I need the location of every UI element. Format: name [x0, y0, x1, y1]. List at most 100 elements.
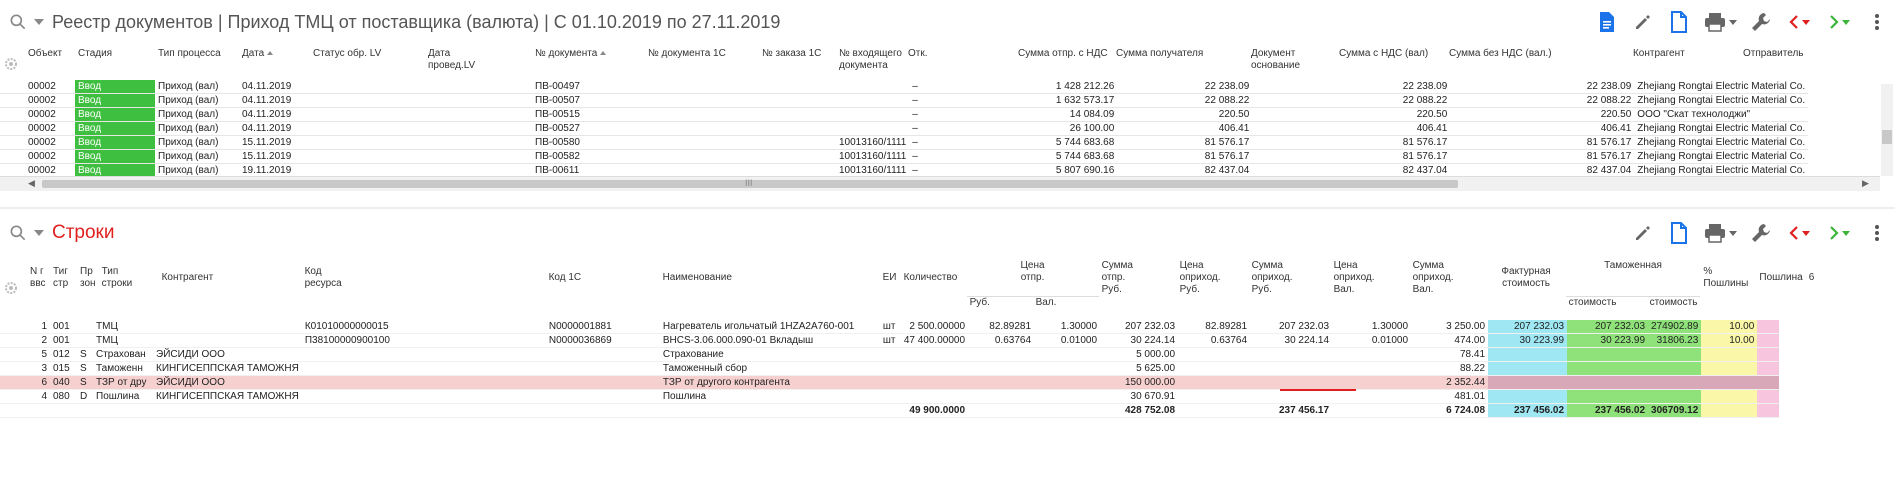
cell-stage[interactable]: Ввод: [75, 121, 155, 136]
print-button[interactable]: [1697, 0, 1743, 44]
cell-invoice-value[interactable]: [1488, 347, 1568, 362]
cell-sum-vat-cur[interactable]: 220.50: [1340, 107, 1451, 122]
cell-name[interactable]: Пошлина: [659, 389, 880, 404]
cell-pr[interactable]: [77, 333, 93, 348]
cell-stage[interactable]: Ввод: [75, 80, 155, 94]
col-duty-pct[interactable]: % Пошлины: [1700, 260, 1756, 296]
cell-otk[interactable]: –: [909, 149, 1020, 164]
more-button[interactable]: [1859, 211, 1895, 255]
cell-quantity[interactable]: 2 500.00000: [900, 320, 969, 334]
cell-counterparty[interactable]: Zhejiang Rongtai Electric Material Co.: [1634, 93, 1809, 108]
cell-price-otpr-val[interactable]: 1.30000: [1034, 320, 1101, 334]
col-stage[interactable]: Стадия: [75, 48, 155, 80]
edit-button[interactable]: [1625, 0, 1661, 44]
cell-resource-code[interactable]: К01010000000015: [301, 320, 546, 334]
col-sum-opr-rub[interactable]: Сумма оприход. Руб.: [1249, 260, 1331, 296]
cell-sum-vat-cur[interactable]: 81 576.17: [1340, 149, 1451, 164]
col-price-opr-val[interactable]: Цена оприход. Вал.: [1331, 260, 1410, 296]
cell-customs-b[interactable]: 274902.89: [1648, 320, 1702, 334]
cell-invoice-value[interactable]: 30 223.99: [1488, 333, 1568, 348]
cell-name[interactable]: BHCS-3.06.000.090-01 Вкладыш: [659, 333, 880, 348]
col-otk[interactable]: Отк.: [905, 48, 1015, 80]
cell-duty-pct[interactable]: [1701, 375, 1758, 390]
cell-otk[interactable]: –: [909, 80, 1020, 94]
col-doc-basis[interactable]: Документ основание: [1248, 48, 1336, 80]
cell-line-type[interactable]: ТМЦ: [93, 320, 153, 334]
cell-duty[interactable]: [1757, 389, 1780, 404]
col-order-1c[interactable]: № заказа 1С: [759, 48, 836, 80]
cell-date[interactable]: 15.11.2019: [239, 135, 310, 150]
cell-sum-novat-cur[interactable]: 22 238.09: [1450, 80, 1635, 94]
cell-code-1c[interactable]: [545, 347, 660, 362]
edit-button[interactable]: [1625, 211, 1661, 255]
cell-duty[interactable]: [1757, 361, 1780, 376]
col-pr[interactable]: Пр зон: [77, 260, 99, 296]
cell-invoice-value[interactable]: 207 232.03: [1488, 320, 1568, 334]
cell-doc-basis[interactable]: [1252, 107, 1341, 122]
cell-customs-b[interactable]: [1648, 389, 1702, 404]
cell-otk[interactable]: –: [909, 93, 1020, 108]
cell-date-provedeno[interactable]: [425, 80, 532, 94]
cell-status-lv[interactable]: [310, 135, 425, 150]
cell-tip[interactable]: 040: [50, 375, 77, 390]
cell-sum-opr-val[interactable]: 481.01: [1411, 389, 1489, 404]
cell-price-otpr-rub[interactable]: [968, 347, 1035, 362]
cell-customs-b[interactable]: [1648, 347, 1702, 362]
cell-sum-otpr[interactable]: 14 084.09: [1019, 107, 1118, 122]
cell-pr[interactable]: D: [77, 389, 93, 404]
cell-unit[interactable]: шт: [879, 320, 901, 334]
cell-date[interactable]: 15.11.2019: [239, 149, 310, 164]
cell-sum-opr-val[interactable]: 474.00: [1411, 333, 1489, 348]
cell-doc-basis[interactable]: [1252, 149, 1341, 164]
col-extra[interactable]: 6: [1806, 260, 1818, 296]
col-sender[interactable]: Отправитель: [1740, 48, 1807, 80]
cell-customs-a[interactable]: 207 232.03: [1567, 320, 1649, 334]
cell-price-opr-val[interactable]: 1.30000: [1332, 320, 1412, 334]
cell-counterparty[interactable]: КИНГИСЕППСКАЯ ТАМОЖНЯ: [153, 361, 302, 376]
cell-price-otpr-val[interactable]: [1034, 375, 1101, 390]
cell-date[interactable]: 04.11.2019: [239, 107, 310, 122]
cell-tip[interactable]: 080: [50, 389, 77, 404]
col-customs[interactable]: Таможенная: [1566, 260, 1701, 296]
cell-price-opr-rub[interactable]: [1178, 375, 1251, 390]
cell-order-1c[interactable]: [759, 93, 836, 108]
cell-quantity[interactable]: 47 400.00000: [900, 333, 969, 348]
cell-line-type[interactable]: ТЗР от дру: [93, 375, 153, 390]
cell-customs-a[interactable]: [1567, 361, 1649, 376]
cell-price-opr-rub[interactable]: [1178, 347, 1251, 362]
cell-sum-novat-cur[interactable]: 220.50: [1450, 107, 1635, 122]
col-price-opr-rub[interactable]: Цена оприход. Руб.: [1177, 260, 1249, 296]
cell-sum-novat-cur[interactable]: 81 576.17: [1450, 135, 1635, 150]
scroll-right-icon[interactable]: ▶: [1862, 177, 1869, 190]
next-button[interactable]: [1819, 0, 1859, 44]
table-row[interactable]: 00002 Ввод Приход (вал) 04.11.2019 ПВ-00527 –…: [0, 121, 1809, 136]
cell-doc-number[interactable]: ПВ-00515: [532, 107, 645, 122]
cell-stage[interactable]: Ввод: [75, 93, 155, 108]
col-sum-vat-cur[interactable]: Сумма с НДС (вал): [1336, 48, 1446, 80]
cell-doc-1c[interactable]: [645, 107, 759, 122]
cell-price-opr-val[interactable]: 0.01000: [1332, 333, 1412, 348]
cell-name[interactable]: ТЗР от другого контрагента: [659, 375, 880, 390]
cell-name[interactable]: Нагреватель игольчатый 1HZA2A760-001: [659, 320, 880, 334]
cell-sum-vat-cur[interactable]: 22 238.09: [1340, 80, 1451, 94]
col-resource-code[interactable]: Код ресурса: [302, 260, 546, 296]
cell-customs-a[interactable]: [1567, 389, 1649, 404]
cell-sum-otpr[interactable]: 150 000.00: [1100, 375, 1179, 390]
col-quantity[interactable]: Количество: [901, 260, 967, 296]
cell-sum-recipient[interactable]: 22 088.22: [1117, 93, 1253, 108]
cell-price-otpr-rub[interactable]: [968, 375, 1035, 390]
cell-object[interactable]: 00002: [25, 121, 75, 136]
cell-customs-b[interactable]: [1648, 361, 1702, 376]
cell-gutter[interactable]: [0, 121, 25, 136]
cell-code-1c[interactable]: N0000036869: [545, 333, 660, 348]
cell-sum-otpr[interactable]: 1 632 573.17: [1019, 93, 1118, 108]
collapse-caret-icon[interactable]: [34, 19, 44, 25]
cell-price-otpr-val[interactable]: [1034, 389, 1101, 404]
cell-doc-number[interactable]: ПВ-00582: [532, 149, 645, 164]
cell-sum-otpr[interactable]: 1 428 212.26: [1019, 80, 1118, 94]
cell-counterparty[interactable]: [153, 333, 302, 348]
cell-price-otpr-rub[interactable]: 0.63764: [968, 333, 1035, 348]
col-customs-value-a[interactable]: стоимость: [1565, 295, 1647, 318]
cell-doc-number[interactable]: ПВ-00507: [532, 93, 645, 108]
cell-quantity[interactable]: [900, 347, 969, 362]
